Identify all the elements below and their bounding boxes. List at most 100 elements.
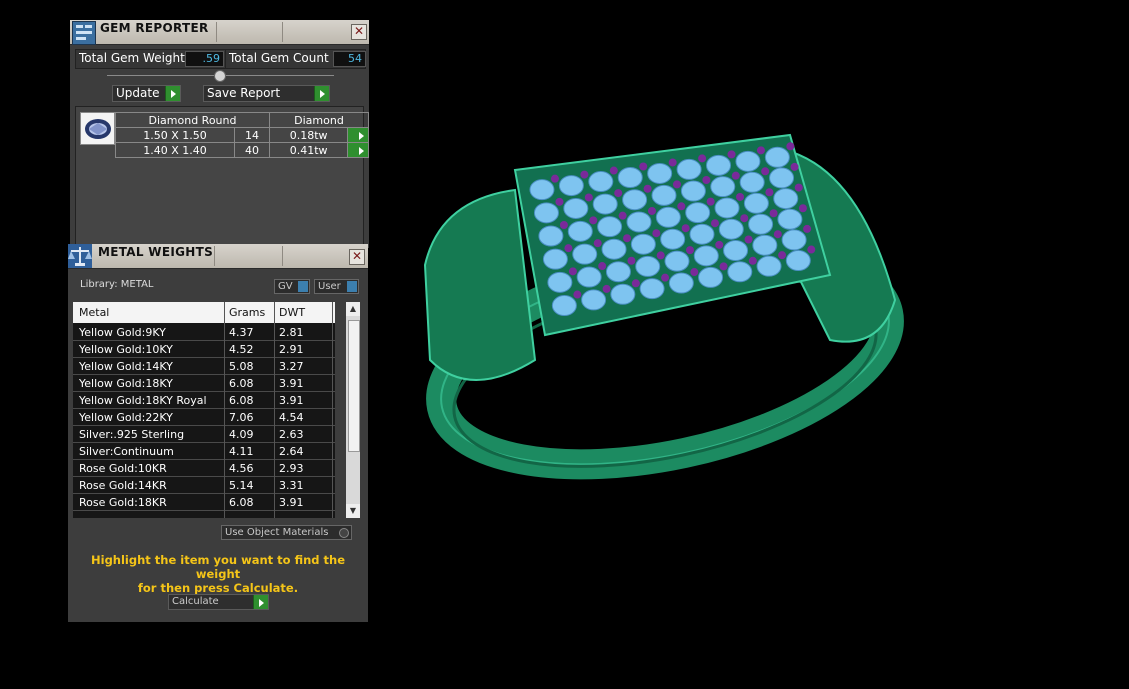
- gem-stone: [676, 158, 702, 180]
- user-toggle[interactable]: User: [314, 279, 359, 294]
- gem-prong: [609, 166, 618, 175]
- cell-metal: Yellow Gold:9KY: [79, 326, 166, 339]
- table-row[interactable]: Silver:Continuum 4.11 2.64: [73, 443, 335, 460]
- gem-stone: [727, 261, 753, 283]
- gem-prong: [598, 262, 607, 271]
- gem-material-header: Diamond: [269, 112, 369, 128]
- gem-prong: [807, 245, 816, 254]
- gem-prong: [702, 176, 711, 185]
- gem-size: 1.50 X 1.50: [115, 127, 235, 143]
- title-divider: [216, 22, 217, 42]
- metal-weights-table: Metal Grams DWT Yellow Gold:9KY 4.37 2.81 Y…: [73, 302, 335, 518]
- close-icon[interactable]: ✕: [349, 249, 365, 265]
- gem-prong: [573, 290, 582, 299]
- column-header-metal[interactable]: Metal: [79, 306, 109, 319]
- save-report-button-label: Save Report: [207, 86, 281, 100]
- close-icon[interactable]: ✕: [351, 24, 367, 40]
- gem-row[interactable]: 1.50 X 1.50 14 0.18tw: [115, 127, 369, 143]
- gem-stone: [655, 206, 681, 228]
- 3d-viewport[interactable]: [380, 0, 1129, 685]
- table-row[interactable]: Rose Gold:14KR 5.14 3.31: [73, 477, 335, 494]
- column-header-grams[interactable]: Grams: [229, 306, 265, 319]
- column-divider: [224, 302, 225, 518]
- table-row[interactable]: Rose Gold:10KR 4.56 2.93: [73, 460, 335, 477]
- gem-prong: [564, 244, 573, 253]
- cell-grams: 4.37: [229, 326, 254, 339]
- column-divider: [274, 302, 275, 518]
- gem-prong: [744, 235, 753, 244]
- gem-row-go-button[interactable]: [347, 142, 369, 158]
- gem-weight: 0.18tw: [268, 127, 349, 143]
- gem-stone: [647, 162, 673, 184]
- total-gem-weight-label: Total Gem Weight: [79, 51, 185, 65]
- calculate-button-label: Calculate: [172, 596, 219, 607]
- gem-prong: [555, 197, 564, 206]
- gem-stone: [639, 278, 665, 300]
- gem-prong: [681, 224, 690, 233]
- gv-toggle[interactable]: GV: [274, 279, 310, 294]
- table-row[interactable]: Silver:.925 Sterling 4.09 2.63: [73, 426, 335, 443]
- gem-prong: [686, 246, 694, 255]
- column-header-dwt[interactable]: DWT: [279, 306, 305, 319]
- table-row[interactable]: Yellow Gold:18KY Royal 6.08 3.91: [73, 392, 335, 409]
- gem-stone: [563, 197, 589, 219]
- gem-stone: [689, 223, 715, 245]
- table-row[interactable]: Yellow Gold:9KY 4.37 2.81: [73, 324, 335, 341]
- gem-prong: [602, 284, 611, 293]
- gem-stone: [739, 171, 765, 193]
- gem-stone: [781, 229, 807, 251]
- gem-prong: [710, 219, 719, 228]
- title-divider: [214, 246, 215, 266]
- gem-prong: [769, 209, 778, 218]
- total-gem-count-label: Total Gem Count: [229, 51, 329, 65]
- gem-stone: [668, 272, 694, 294]
- gem-stone: [592, 193, 618, 215]
- gem-prong: [661, 273, 670, 282]
- cell-grams: 4.52: [229, 343, 254, 356]
- table-row[interactable]: Yellow Gold:10KY 4.52 2.91: [73, 341, 335, 358]
- gem-prong: [790, 162, 799, 171]
- table-row[interactable]: Yellow Gold:14KY 5.08 3.27: [73, 358, 335, 375]
- use-object-materials-toggle[interactable]: Use Object Materials: [221, 525, 352, 540]
- gem-prong: [639, 162, 648, 171]
- gem-prong: [736, 192, 745, 201]
- update-button[interactable]: Update: [112, 85, 181, 102]
- table-row[interactable]: Yellow Gold:22KY 7.06 4.54: [73, 409, 335, 426]
- save-report-button[interactable]: Save Report: [203, 85, 330, 102]
- gem-stone: [714, 197, 740, 219]
- gem-reporter-titlebar[interactable]: GEM REPORTER ✕: [70, 20, 369, 45]
- cell-metal: Yellow Gold:22KY: [79, 411, 173, 424]
- gem-prong: [731, 171, 740, 180]
- gem-reporter-title: GEM REPORTER: [100, 21, 209, 35]
- metal-weights-titlebar[interactable]: METAL WEIGHTS ✕: [68, 244, 368, 269]
- gem-stone: [547, 271, 573, 293]
- gem-stone: [538, 225, 564, 247]
- metal-table-scrollbar[interactable]: ▲ ▼: [346, 302, 360, 518]
- gem-prong: [593, 239, 602, 248]
- gem-row[interactable]: 1.40 X 1.40 40 0.41tw: [115, 142, 369, 158]
- gem-stone: [542, 248, 568, 270]
- calculate-button[interactable]: Calculate: [168, 594, 269, 610]
- gem-stone: [693, 245, 719, 267]
- gem-prong: [740, 214, 749, 223]
- splitter-handle[interactable]: [214, 70, 226, 82]
- gem-stone: [588, 171, 614, 193]
- scroll-up-arrow[interactable]: ▲: [346, 302, 360, 316]
- cell-metal: Yellow Gold:18KY Royal: [79, 394, 207, 407]
- gem-prong: [550, 174, 559, 183]
- table-row[interactable]: Rose Gold:18KR 6.08 3.91: [73, 494, 335, 511]
- cell-metal: Silver:.925 Sterling: [79, 428, 185, 441]
- cell-metal: Silver:Continuum: [79, 445, 174, 458]
- gem-prong: [773, 230, 782, 239]
- table-row[interactable]: Yellow Gold:18KY 6.08 3.91: [73, 375, 335, 392]
- gem-stone: [576, 266, 602, 288]
- gem-prong: [568, 267, 577, 276]
- scroll-thumb[interactable]: [348, 320, 360, 452]
- cell-metal: Yellow Gold:14KY: [79, 360, 173, 373]
- gem-row-go-button[interactable]: [347, 127, 369, 143]
- gem-prong: [756, 146, 765, 155]
- cell-dwt: 2.91: [279, 343, 304, 356]
- scroll-down-arrow[interactable]: ▼: [346, 504, 360, 518]
- title-divider: [282, 246, 283, 266]
- gem-stone: [723, 240, 749, 262]
